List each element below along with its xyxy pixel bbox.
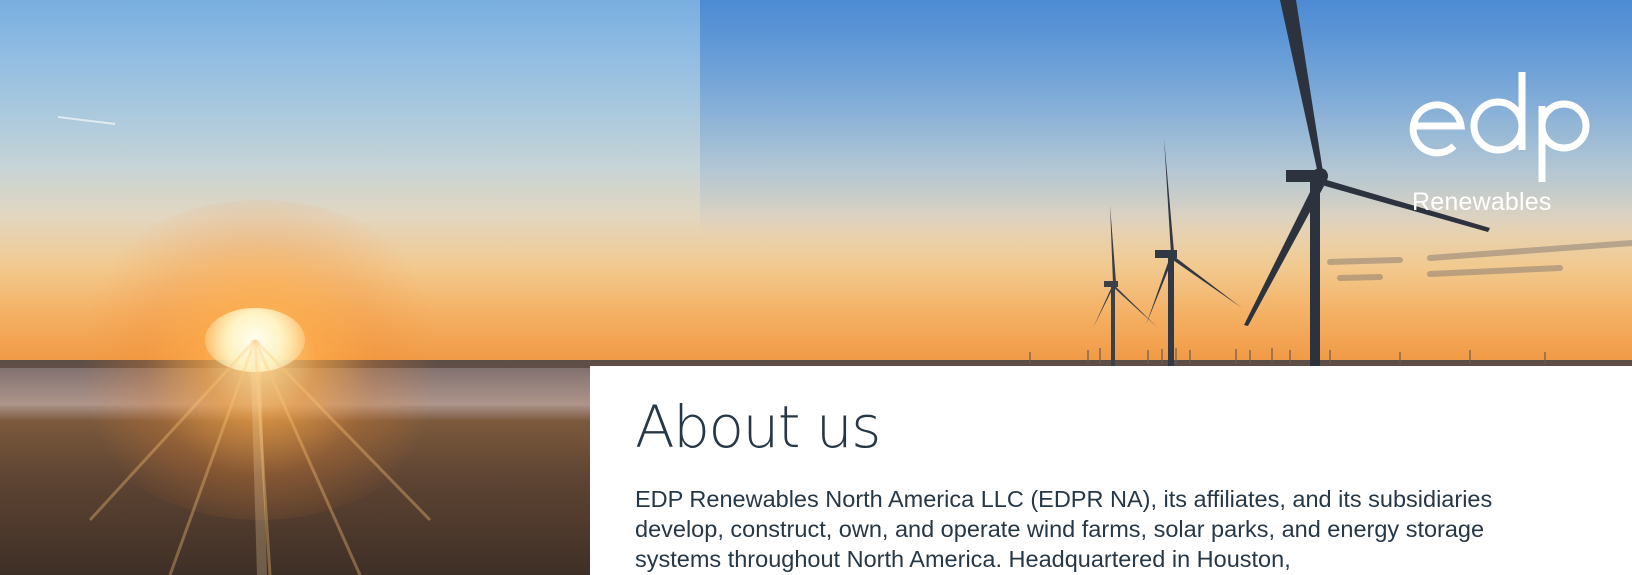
logo-subtitle: Renewables bbox=[1412, 188, 1552, 216]
about-card: About us EDP Renewables North America LL… bbox=[590, 366, 1632, 575]
about-description: EDP Renewables North America LLC (EDPR N… bbox=[635, 486, 1493, 572]
about-title: About us bbox=[635, 393, 881, 461]
hero-banner: Renewables About us EDP Renewables North… bbox=[0, 0, 1632, 575]
